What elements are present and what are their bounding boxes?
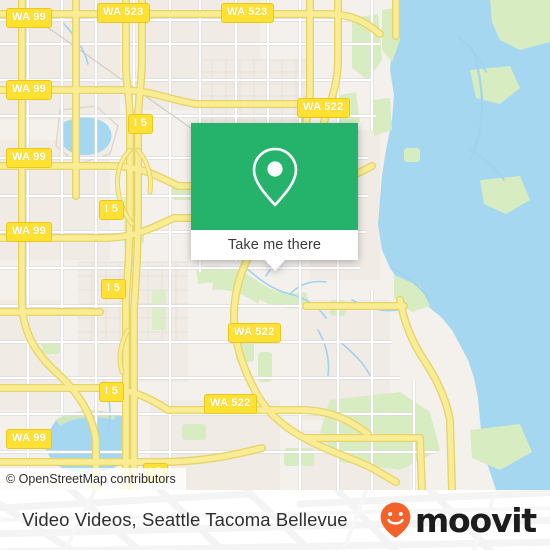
highway-shield: WA 99	[6, 148, 53, 168]
footer-content: Video Videos, Seattle Tacoma Bellevue mo…	[0, 490, 550, 550]
take-me-there-label: Take me there	[227, 237, 322, 253]
map-page: WA 99 WA 523 WA 523 WA 99 WA 522 I 5 WA 99 I 5 W…	[0, 0, 550, 550]
highway-shield: I 5	[99, 200, 125, 220]
highway-shield: WA 522	[228, 323, 281, 343]
place-title: Video Videos, Seattle Tacoma Bellevue	[22, 509, 348, 530]
highway-shield: WA 99	[6, 222, 53, 242]
page-footer: Video Videos, Seattle Tacoma Bellevue mo…	[0, 490, 550, 550]
highway-shield: WA 99	[6, 8, 53, 28]
highway-shield: I 5	[101, 279, 127, 299]
highway-shield: WA 523	[221, 3, 274, 23]
highway-shield: WA 522	[297, 98, 350, 118]
location-popup[interactable]: Take me there	[191, 123, 358, 271]
popup-tail-arrow	[263, 259, 286, 271]
popup-footer[interactable]: Take me there	[191, 230, 358, 271]
highway-shield: WA 523	[97, 3, 150, 23]
map-pin-icon	[247, 144, 303, 210]
osm-attribution[interactable]: © OpenStreetMap contributors	[0, 468, 186, 490]
moovit-logo[interactable]: moovit	[379, 500, 537, 540]
highway-shield: WA 99	[6, 429, 53, 449]
popup-header	[191, 123, 358, 230]
moovit-wordmark: moovit	[414, 500, 537, 540]
map-canvas[interactable]: WA 99 WA 523 WA 523 WA 99 WA 522 I 5 WA 99 I 5 W…	[0, 0, 550, 490]
moovit-smiley-pin-icon	[379, 501, 412, 539]
highway-shield: I 5	[128, 114, 154, 134]
highway-shield: I 5	[99, 382, 125, 402]
highway-shield: WA 522	[204, 394, 257, 414]
highway-shield: WA 99	[6, 80, 53, 100]
